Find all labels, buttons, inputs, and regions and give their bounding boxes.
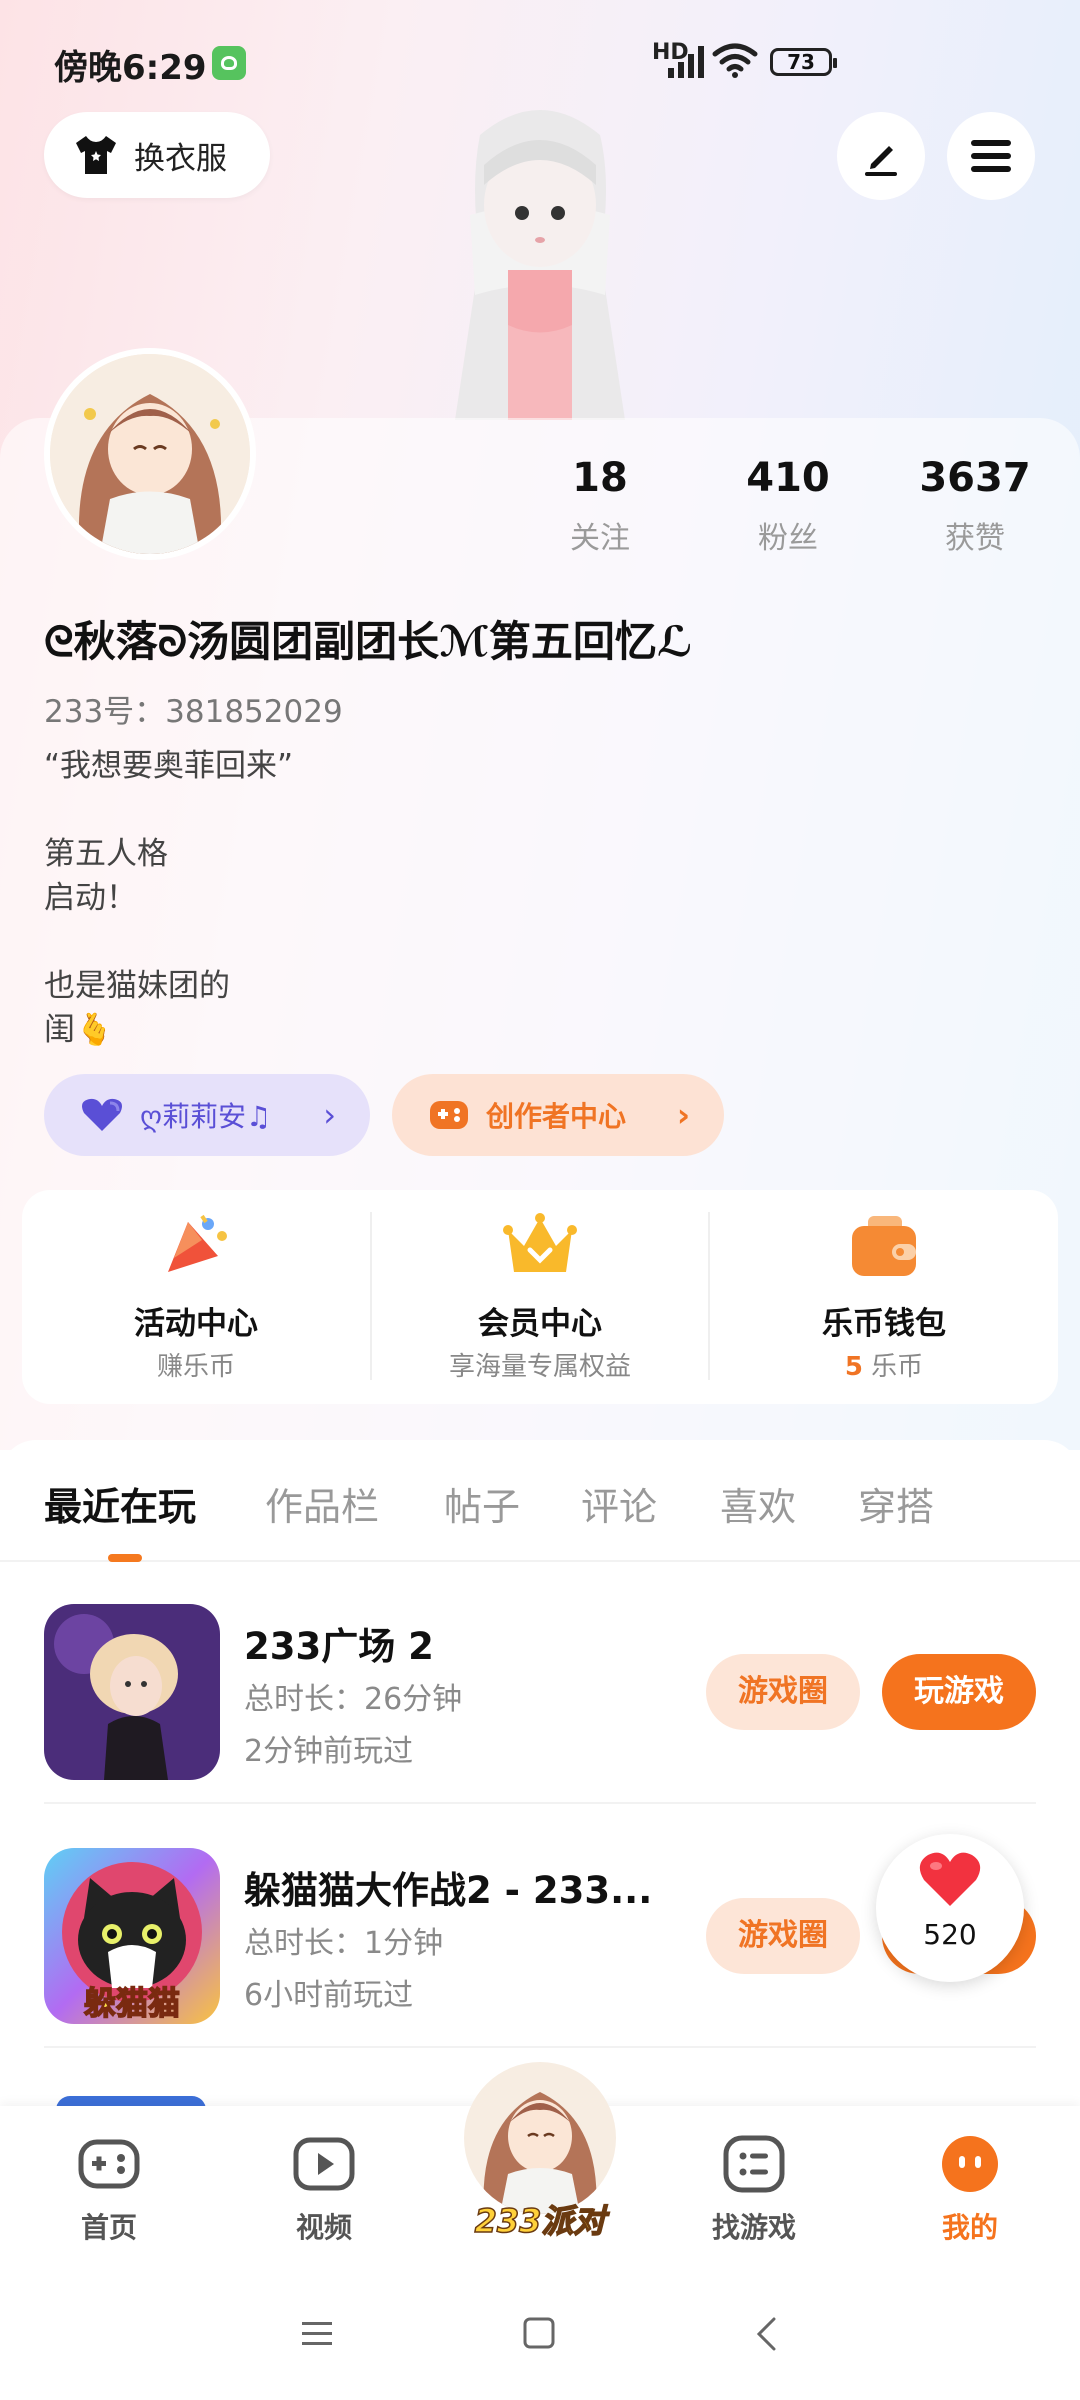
nav-find-games[interactable]: 找游戏 <box>694 2134 814 2246</box>
party-avatar-image <box>464 2062 616 2214</box>
user-avatar[interactable] <box>44 348 256 560</box>
back-icon[interactable] <box>754 2316 778 2352</box>
user-id[interactable]: 233号：381852029 <box>44 686 343 731</box>
game-list-item[interactable]: 233广场 2 总时长：26分钟 2分钟前玩过 游戏圈 玩游戏 <box>0 1560 1080 1804</box>
system-navigation-bar <box>0 2272 1080 2400</box>
likes-label: 获赞 <box>945 521 1005 556</box>
like-bubble[interactable]: 520 <box>876 1834 1024 1982</box>
user-nickname: ᘓ秋落ᘐ汤圆团副团长ℳ第五回忆ℒ <box>44 617 693 666</box>
nav-home[interactable]: 首页 <box>49 2134 169 2246</box>
stat-following[interactable]: 18 关注 <box>525 455 675 557</box>
service-subtitle: 享海量专属权益 <box>448 1352 631 1382</box>
service-title: 会员中心 <box>478 1306 602 1342</box>
game-last-played: 2分钟前玩过 <box>244 1734 414 1769</box>
service-title: 乐币钱包 <box>822 1306 946 1342</box>
service-membership-center[interactable]: 会员中心 享海量专属权益 <box>372 1190 708 1404</box>
dress-up-button[interactable]: 换衣服 <box>44 112 270 198</box>
tab-likes[interactable]: 喜欢 <box>720 1476 796 1531</box>
following-count: 18 <box>572 455 628 501</box>
nav-label: 视频 <box>295 2211 352 2244</box>
service-activity-center[interactable]: 活动中心 赚乐币 <box>22 1190 370 1404</box>
game-icon: 躲猫猫 <box>44 1848 220 2024</box>
menu-button[interactable] <box>947 112 1035 200</box>
gamepad-icon <box>430 1101 468 1129</box>
coin-unit: 乐币 <box>871 1352 924 1382</box>
content-panel: 最近在玩 作品栏 帖子 评论 喜欢 穿搭 233广场 2 总时长：26分钟 2分… <box>0 1440 1080 2110</box>
play-video-icon <box>293 2137 355 2191</box>
tab-recently-played[interactable]: 最近在玩 <box>44 1476 196 1531</box>
status-time: 傍晚6:29 <box>54 48 207 88</box>
list-icon <box>723 2135 785 2193</box>
like-count: 520 <box>923 1918 977 1951</box>
battery-icon: 73 <box>770 48 837 76</box>
row-separator <box>44 2046 1036 2048</box>
gamepad-icon <box>78 2139 140 2189</box>
nav-label: 我的 <box>941 2211 998 2244</box>
heart-icon <box>919 1852 981 1906</box>
chevron-right-icon: › <box>323 1096 336 1134</box>
tab-comments[interactable]: 评论 <box>581 1476 657 1531</box>
likes-count: 3637 <box>919 455 1031 501</box>
party-popper-icon <box>168 1214 227 1272</box>
game-name: 躲猫猫大作战2 - 233... <box>244 1869 653 1912</box>
game-name: 233广场 2 <box>244 1625 434 1668</box>
game-cover-image: 躲猫猫 <box>62 1862 202 2023</box>
coin-amount: 5 <box>844 1352 863 1382</box>
service-subtitle: 5 乐币 <box>710 1346 1058 1383</box>
bottom-navigation: 首页 视频 233派对 找游戏 我的 <box>0 2062 1080 2272</box>
game-duration: 总时长：26分钟 <box>244 1682 463 1717</box>
creator-center-pill[interactable]: 创作者中心 › <box>392 1074 724 1156</box>
wifi-icon <box>712 43 758 78</box>
game-duration: 总时长：1分钟 <box>244 1926 444 1961</box>
tab-posts[interactable]: 帖子 <box>444 1476 520 1531</box>
creator-center-label: 创作者中心 <box>486 1100 627 1133</box>
nav-party-avatar[interactable] <box>464 2062 616 2214</box>
game-circle-button[interactable]: 游戏圈 <box>706 1654 860 1730</box>
following-label: 关注 <box>570 521 630 556</box>
tab-outfits[interactable]: 穿搭 <box>858 1476 934 1531</box>
recent-apps-icon[interactable] <box>300 2318 334 2350</box>
chevron-right-icon: › <box>676 1096 690 1134</box>
heart-icon <box>82 1098 122 1131</box>
signal-icon <box>668 42 704 78</box>
service-title: 活动中心 <box>134 1306 258 1342</box>
music-pill-label: ღ莉莉安♫ <box>140 1100 272 1133</box>
edit-profile-button[interactable] <box>837 112 925 200</box>
pencil-icon <box>865 146 897 176</box>
avatar-image <box>50 354 250 554</box>
avatar-3d-figure[interactable] <box>400 95 680 420</box>
nav-party-label[interactable]: 233派对 <box>462 2196 618 2242</box>
user-bio: “我想要奥菲回来” 第五人格 启动！ 也是猫妹团的 闺🫰 <box>44 748 294 1048</box>
stat-likes[interactable]: 3637 获赞 <box>900 455 1050 557</box>
notification-app-icon <box>212 46 246 80</box>
followers-label: 粉丝 <box>758 521 818 556</box>
profile-face-icon <box>942 2136 998 2192</box>
nav-me[interactable]: 我的 <box>910 2134 1030 2246</box>
nav-video[interactable]: 视频 <box>264 2134 384 2246</box>
game-cover-image <box>44 1604 220 1780</box>
wallet-icon <box>852 1216 916 1276</box>
music-pill[interactable]: ღ莉莉安♫ › <box>44 1074 370 1156</box>
crown-icon <box>503 1213 577 1272</box>
followers-count: 410 <box>746 455 830 501</box>
game-icon <box>44 1604 220 1780</box>
hamburger-menu-icon <box>971 140 1011 172</box>
service-coin-wallet[interactable]: 乐币钱包 5 乐币 <box>710 1190 1058 1404</box>
home-icon[interactable] <box>522 2316 556 2350</box>
tab-works[interactable]: 作品栏 <box>265 1476 379 1531</box>
nav-label: 首页 <box>80 2211 137 2244</box>
play-game-button[interactable]: 玩游戏 <box>882 1654 1036 1730</box>
game-icon-text: 躲猫猫 <box>84 1984 180 2022</box>
services-card: 活动中心 赚乐币 会员中心 享海量专属权益 乐币钱包 5 乐币 <box>22 1190 1058 1404</box>
game-circle-button[interactable]: 游戏圈 <box>706 1898 860 1974</box>
dress-up-label: 换衣服 <box>134 140 227 177</box>
profile-tabs: 最近在玩 作品栏 帖子 评论 喜欢 穿搭 <box>0 1440 1080 1562</box>
stat-followers[interactable]: 410 粉丝 <box>713 455 863 557</box>
nav-label: 找游戏 <box>711 2211 796 2244</box>
shirt-icon <box>76 136 116 174</box>
game-last-played: 6小时前玩过 <box>244 1978 414 2013</box>
service-subtitle: 赚乐币 <box>156 1352 235 1382</box>
